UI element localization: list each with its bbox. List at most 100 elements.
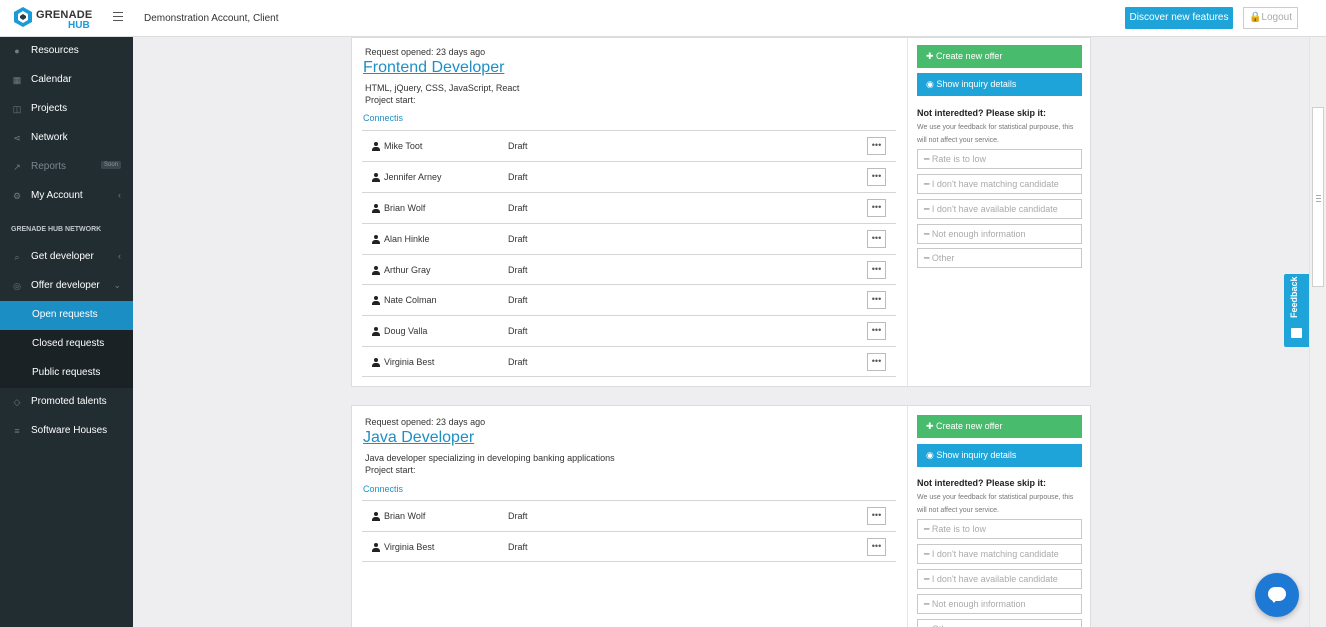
person-icon xyxy=(372,543,380,552)
page-scrollbar[interactable] xyxy=(1309,37,1326,627)
skip-reason-button[interactable]: ━ I don't have available candidate xyxy=(917,569,1082,589)
sidebar-item-resources[interactable]: ● Resources xyxy=(0,37,133,66)
reason-label: I don't have matching candidate xyxy=(931,549,1059,559)
sidebar-item-closed-requests[interactable]: Closed requests xyxy=(0,330,133,359)
candidate-status: Draft xyxy=(508,511,528,521)
more-options-button[interactable]: ••• xyxy=(867,507,886,525)
more-options-button[interactable]: ••• xyxy=(867,322,886,340)
skip-reason-button[interactable]: ━ Other xyxy=(917,248,1082,268)
more-options-button[interactable]: ••• xyxy=(867,538,886,556)
sidebar-item-public-requests[interactable]: Public requests xyxy=(0,359,133,388)
create-offer-button[interactable]: ✚ Create new offer xyxy=(917,415,1082,438)
minus-icon: ━ xyxy=(924,599,932,609)
sidebar-item-projects[interactable]: ◫ Projects xyxy=(0,95,133,124)
sidebar-item-get-developer[interactable]: ⌕ Get developer ‹ xyxy=(0,243,133,272)
logout-button[interactable]: 🔒Logout xyxy=(1243,7,1298,29)
skip-reason-button[interactable]: ━ I don't have matching candidate xyxy=(917,544,1082,564)
feedback-label: Feedback xyxy=(1289,276,1299,318)
skip-reason-button[interactable]: ━ Not enough information xyxy=(917,224,1082,244)
minus-icon: ━ xyxy=(924,253,932,263)
chat-button[interactable] xyxy=(1255,573,1299,617)
candidate-name: Doug Valla xyxy=(384,326,428,336)
candidate-row: Jennifer Arney Draft ••• xyxy=(362,161,896,192)
plus-icon: ✚ xyxy=(926,51,937,61)
eye-icon: ◉ xyxy=(926,79,937,89)
person-icon xyxy=(372,204,380,213)
more-options-button[interactable]: ••• xyxy=(867,353,886,371)
chevron-left-icon: ‹ xyxy=(118,251,121,261)
company-link[interactable]: Connectis xyxy=(363,113,403,123)
more-options-button[interactable]: ••• xyxy=(867,291,886,309)
scrollbar-thumb[interactable] xyxy=(1312,107,1324,287)
reason-label: Rate is to low xyxy=(931,154,986,164)
request-card: Request opened: 23 days ago Java Develop… xyxy=(351,405,1091,627)
candidate-row: Virginia Best Draft ••• xyxy=(362,531,896,562)
candidate-row: Brian Wolf Draft ••• xyxy=(362,500,896,531)
sidebar-item-reports[interactable]: ↗ Reports Soon xyxy=(0,153,133,182)
sidebar-item-open-requests[interactable]: Open requests xyxy=(0,301,133,330)
sidebar-item-label: Reports xyxy=(31,161,67,172)
offer-developer-submenu: Open requests Closed requests Public req… xyxy=(0,301,133,388)
sidebar-item-offer-developer[interactable]: ◎ Offer developer ⌄ xyxy=(0,272,133,301)
chevron-left-icon: ‹ xyxy=(118,190,121,200)
sidebar-item-promoted-talents[interactable]: ◇ Promoted talents xyxy=(0,388,133,417)
request-description: Java developer specializing in developin… xyxy=(365,453,615,463)
more-options-button[interactable]: ••• xyxy=(867,199,886,217)
candidate-row: Nate Colman Draft ••• xyxy=(362,284,896,315)
sidebar-item-label: Software Houses xyxy=(31,425,108,436)
show-details-button[interactable]: ◉ Show inquiry details xyxy=(917,73,1082,96)
skip-reason-button[interactable]: ━ Rate is to low xyxy=(917,149,1082,169)
candidate-status: Draft xyxy=(508,295,528,305)
eye-icon: ◉ xyxy=(926,450,937,460)
skip-reason-button[interactable]: ━ I don't have matching candidate xyxy=(917,174,1082,194)
sidebar-item-label: Open requests xyxy=(32,309,98,320)
sidebar-item-software-houses[interactable]: ≡ Software Houses xyxy=(0,417,133,446)
feedback-tab[interactable]: Feedback xyxy=(1284,274,1309,347)
sidebar-item-label: Promoted talents xyxy=(31,396,107,407)
person-icon xyxy=(372,327,380,336)
grenade-hub-logo[interactable]: GRENADE HUB xyxy=(13,6,123,32)
company-link[interactable]: Connectis xyxy=(363,484,403,494)
request-title-link[interactable]: Java Developer xyxy=(363,429,474,447)
menu-toggle-icon[interactable] xyxy=(113,12,123,22)
show-details-button[interactable]: ◉ Show inquiry details xyxy=(917,444,1082,467)
person-icon xyxy=(372,296,380,305)
skip-reason-button[interactable]: ━ Not enough information xyxy=(917,594,1082,614)
more-options-button[interactable]: ••• xyxy=(867,261,886,279)
candidate-name: Brian Wolf xyxy=(384,511,426,521)
create-offer-button[interactable]: ✚ Create new offer xyxy=(917,45,1082,68)
candidate-status: Draft xyxy=(508,203,528,213)
person-icon xyxy=(372,266,380,275)
minus-icon: ━ xyxy=(924,154,932,164)
more-options-button[interactable]: ••• xyxy=(867,137,886,155)
request-opened: Request opened: 23 days ago xyxy=(365,47,486,57)
sidebar-item-label: My Account xyxy=(31,190,83,201)
sidebar-item-calendar[interactable]: ▦ Calendar xyxy=(0,66,133,95)
chevron-down-icon: ⌄ xyxy=(113,280,121,290)
reason-label: I don't have available candidate xyxy=(931,574,1058,584)
request-opened: Request opened: 23 days ago xyxy=(365,417,486,427)
sidebar-item-my-account[interactable]: ⚙ My Account ‹ xyxy=(0,182,133,211)
skip-reason-button[interactable]: ━ Other xyxy=(917,619,1082,627)
search-icon: ⌕ xyxy=(14,252,20,262)
sidebar-item-network[interactable]: ⋖ Network xyxy=(0,124,133,153)
sidebar-item-label: Get developer xyxy=(31,251,94,262)
candidate-name: Virginia Best xyxy=(384,542,435,552)
skip-reason-button[interactable]: ━ I don't have available candidate xyxy=(917,199,1082,219)
request-title-link[interactable]: Frontend Developer xyxy=(363,59,504,77)
more-options-button[interactable]: ••• xyxy=(867,168,886,186)
card-divider xyxy=(907,38,908,388)
person-icon xyxy=(372,173,380,182)
discover-features-button[interactable]: Discover new features xyxy=(1125,7,1233,29)
sidebar-item-label: Offer developer xyxy=(31,280,100,291)
person-icon xyxy=(372,235,380,244)
minus-icon: ━ xyxy=(924,179,932,189)
project-start: Project start: xyxy=(365,465,416,475)
more-options-button[interactable]: ••• xyxy=(867,230,886,248)
minus-icon: ━ xyxy=(924,574,932,584)
candidate-row: Arthur Gray Draft ••• xyxy=(362,254,896,285)
skip-reason-button[interactable]: ━ Rate is to low xyxy=(917,519,1082,539)
project-start: Project start: xyxy=(365,95,416,105)
diamond-icon: ◇ xyxy=(13,397,21,407)
users-icon: ● xyxy=(14,46,20,56)
